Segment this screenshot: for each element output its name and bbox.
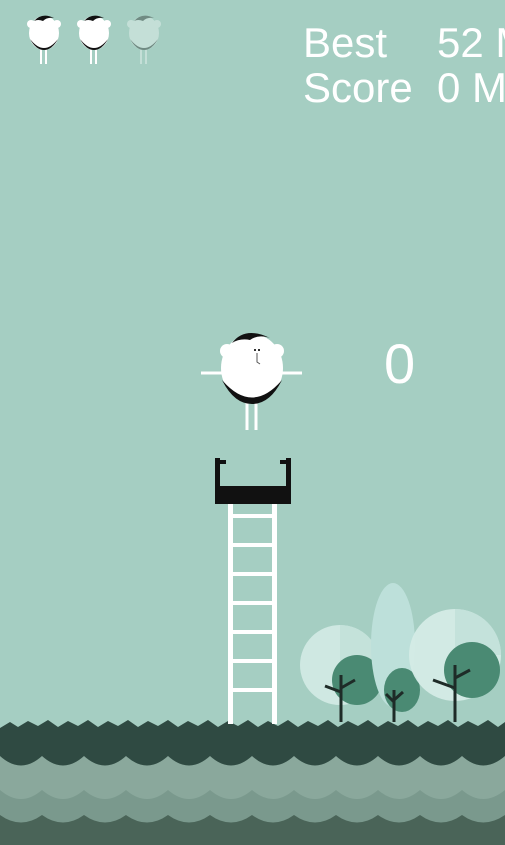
score-label: Score [303, 64, 413, 111]
egg-character-icon [77, 15, 111, 64]
scene-background [0, 0, 505, 845]
water [0, 756, 505, 845]
best-value: 52 M [437, 19, 505, 66]
lives-indicator [24, 12, 164, 70]
best-label: Best [303, 19, 388, 66]
sky [0, 0, 505, 845]
game-canvas[interactable]: Best 52 M Score 0 M 0 [0, 0, 505, 845]
jump-counter: 0 [384, 332, 416, 395]
score-value: 0 M [437, 64, 505, 111]
egg-character-icon [127, 15, 161, 64]
grass [0, 720, 505, 760]
egg-character-icon [27, 15, 61, 64]
